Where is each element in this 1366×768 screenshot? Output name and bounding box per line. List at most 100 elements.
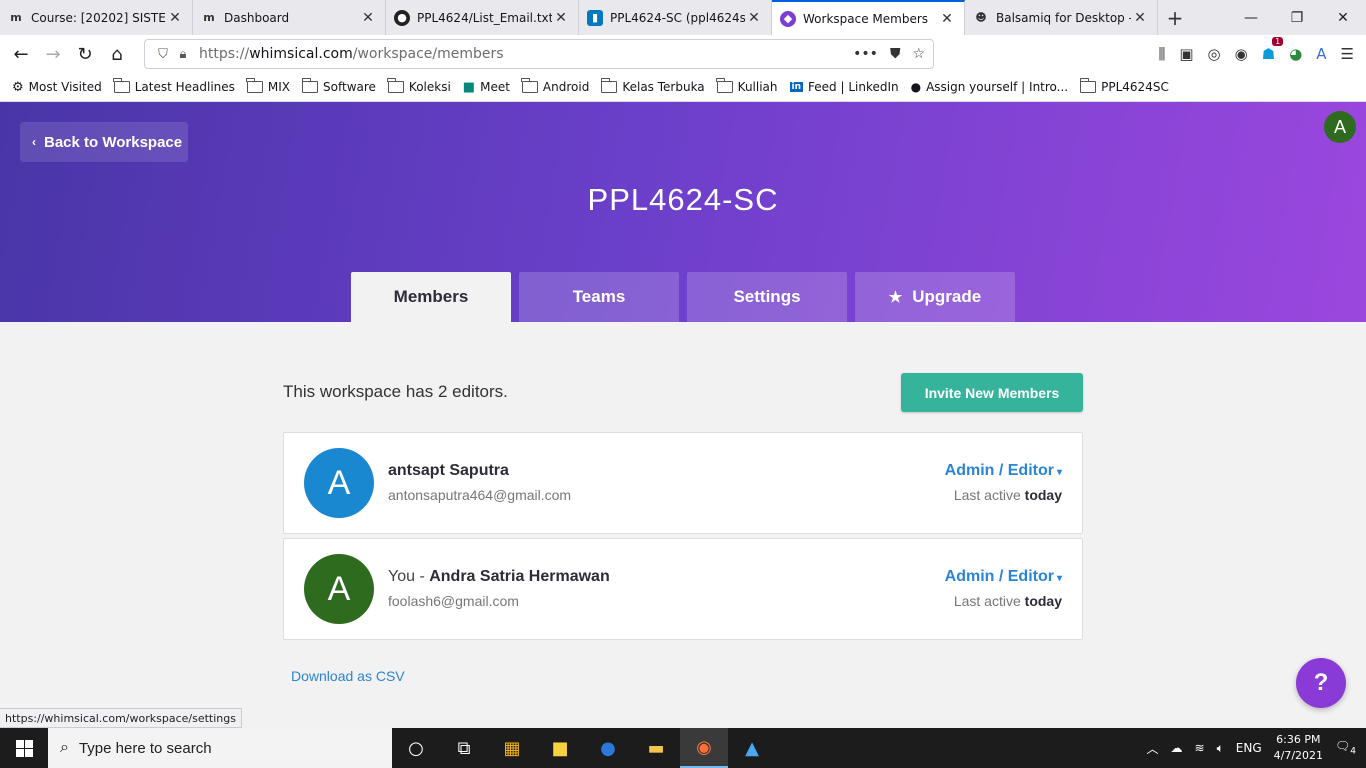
member-name-text: Andra Satria Hermawan xyxy=(429,568,610,585)
avatar: A xyxy=(304,448,374,518)
reload-icon[interactable]: ↻ xyxy=(70,39,100,69)
bookmark-software[interactable]: Software xyxy=(301,78,376,94)
photos-icon[interactable]: ▲ xyxy=(728,728,776,768)
bookmark-koleksi[interactable]: Koleksi xyxy=(387,78,451,94)
last-active-value: today xyxy=(1024,487,1062,503)
bookmark-star-icon[interactable]: ☆ xyxy=(912,46,925,62)
tab-teams[interactable]: Teams xyxy=(519,272,679,322)
bookmark-linkedin[interactable]: in Feed | LinkedIn xyxy=(789,80,899,94)
avatar[interactable]: A xyxy=(1324,111,1356,143)
extension-globe-icon[interactable]: ◕ xyxy=(1289,45,1302,63)
star-icon: ★ xyxy=(888,289,903,306)
browser-tab-trello[interactable]: ▮ PPL4624-SC (ppl4624sc) | ✕ xyxy=(579,0,772,35)
bookmark-kelas-terbuka[interactable]: Kelas Terbuka xyxy=(600,78,705,94)
close-icon[interactable]: ✕ xyxy=(359,9,377,27)
new-tab-button[interactable]: + xyxy=(1158,0,1192,35)
sync-icon[interactable]: ◎ xyxy=(1208,45,1221,63)
home-icon[interactable]: ⌂ xyxy=(102,39,132,69)
menu-icon[interactable]: ☰ xyxy=(1341,45,1354,63)
tab-title: Workspace Members xyxy=(803,11,929,26)
wifi-icon[interactable]: ≋ xyxy=(1195,741,1205,755)
minimize-icon[interactable]: — xyxy=(1228,0,1274,35)
close-icon[interactable]: ✕ xyxy=(938,10,956,28)
url-path: /workspace/members xyxy=(352,46,504,62)
taskbar-search[interactable]: ⌕ Type here to search xyxy=(48,728,392,768)
cortana-icon[interactable]: ○ xyxy=(392,728,440,768)
chevron-up-icon[interactable]: ︿ xyxy=(1146,740,1158,757)
url-text[interactable]: https://whimsical.com/workspace/members xyxy=(199,46,853,62)
file-explorer-icon[interactable]: ▬ xyxy=(632,728,680,768)
help-button[interactable]: ? xyxy=(1296,658,1346,708)
role-label: Admin / Editor xyxy=(944,568,1054,585)
bookmark-kulliah[interactable]: Kulliah xyxy=(716,78,778,94)
browser-tab-github[interactable]: ● PPL4624/List_Email.txt at ✕ xyxy=(386,0,579,35)
bookmark-android[interactable]: Android xyxy=(521,78,590,94)
role-dropdown[interactable]: Admin / Editor ▾ xyxy=(945,462,1062,480)
browser-tab-dashboard[interactable]: m Dashboard ✕ xyxy=(193,0,386,35)
bookmark-label: Kulliah xyxy=(737,80,778,94)
firefox-icon[interactable]: ◉ xyxy=(680,728,728,768)
bookmark-meet[interactable]: ■ Meet xyxy=(463,80,510,95)
bookmark-mix[interactable]: MIX xyxy=(246,78,290,94)
volume-muted-icon[interactable]: 🔈︎ xyxy=(1217,741,1224,756)
close-icon[interactable]: ✕ xyxy=(1131,9,1149,27)
page-title: PPL4624-SC xyxy=(587,182,779,217)
bookmark-most-visited[interactable]: ⚙ Most Visited xyxy=(12,80,102,95)
start-button[interactable] xyxy=(0,728,48,768)
task-view-icon[interactable]: ⧉ xyxy=(440,728,488,768)
last-active-label: Last active xyxy=(953,487,1021,503)
tab-title: PPL4624/List_Email.txt at xyxy=(417,10,552,25)
pocket-icon[interactable]: ⛊ xyxy=(890,46,901,62)
shield-icon[interactable]: ⛉ xyxy=(153,47,173,62)
lock-icon[interactable]: 🔒︎ xyxy=(173,47,193,62)
github-icon: ● xyxy=(394,9,410,26)
url-prefix: https:// xyxy=(199,46,250,62)
bookmark-label: Most Visited xyxy=(28,80,102,94)
browser-tab-workspace-members[interactable]: ◆ Workspace Members ✕ xyxy=(772,0,965,35)
bookmark-latest-headlines[interactable]: Latest Headlines xyxy=(113,78,235,94)
status-url-tooltip: https://whimsical.com/workspace/settings xyxy=(0,708,242,728)
close-icon[interactable]: ✕ xyxy=(166,9,184,27)
tab-members[interactable]: Members xyxy=(351,272,511,322)
sticky-notes-icon[interactable]: ■ xyxy=(536,728,584,768)
extension-ghostery-icon[interactable]: ☗ 1 xyxy=(1262,37,1284,63)
translate-icon[interactable]: A xyxy=(1316,45,1326,63)
workspace-tabs: Members Teams Settings ★ Upgrade xyxy=(351,272,1015,322)
browser-tab-balsamiq[interactable]: ☻ Balsamiq for Desktop - F ✕ xyxy=(965,0,1158,35)
library-icon[interactable]: ⫼ xyxy=(1158,45,1165,63)
bookmark-label: Android xyxy=(542,80,590,94)
clock-date: 4/7/2021 xyxy=(1273,749,1324,762)
close-icon[interactable]: ✕ xyxy=(745,9,763,27)
onedrive-icon[interactable]: ☁ xyxy=(1171,741,1183,755)
last-active: Last active today xyxy=(954,593,1062,609)
url-bar[interactable]: ⛉ 🔒︎ https://whimsical.com/workspace/mem… xyxy=(144,39,934,69)
close-icon[interactable]: ✕ xyxy=(552,9,570,27)
restore-icon[interactable]: ❐ xyxy=(1274,0,1320,35)
folder-icon xyxy=(1079,78,1097,93)
back-to-workspace-button[interactable]: ‹ Back to Workspace xyxy=(20,122,188,162)
tab-title: Dashboard xyxy=(224,10,290,25)
page-actions-icon[interactable]: ••• xyxy=(853,46,878,62)
download-csv-link[interactable]: Download as CSV xyxy=(291,668,405,684)
folder-icon xyxy=(600,78,618,93)
bookmark-assign-yourself[interactable]: ● Assign yourself | Intro... xyxy=(911,80,1069,94)
whimsical-icon: ◆ xyxy=(780,10,796,27)
tab-settings[interactable]: Settings xyxy=(687,272,847,322)
back-arrow-icon[interactable]: ← xyxy=(6,39,36,69)
sidebar-icon[interactable]: ▣ xyxy=(1179,45,1193,63)
close-window-icon[interactable]: ✕ xyxy=(1320,0,1366,35)
browser-tab-course[interactable]: m Course: [20202] SISTEM T ✕ xyxy=(0,0,193,35)
notifications-icon[interactable]: 🗨︎4 xyxy=(1335,739,1356,756)
bookmark-ppl4624sc[interactable]: PPL4624SC xyxy=(1079,78,1169,94)
member-card: A antsapt Saputra antonsaputra464@gmail.… xyxy=(283,432,1083,534)
language-indicator[interactable]: ENG xyxy=(1236,741,1262,755)
account-icon[interactable]: ◉ xyxy=(1235,45,1248,63)
store-icon[interactable]: ▦ xyxy=(488,728,536,768)
bookmark-label: Software xyxy=(323,80,376,94)
word-app-icon[interactable]: ● xyxy=(584,728,632,768)
clock[interactable]: 6:36 PM 4/7/2021 xyxy=(1274,732,1323,764)
role-dropdown[interactable]: Admin / Editor ▾ xyxy=(945,568,1062,586)
invite-new-members-button[interactable]: Invite New Members xyxy=(901,373,1083,412)
tab-upgrade[interactable]: ★ Upgrade xyxy=(855,272,1015,322)
forward-arrow-icon[interactable]: → xyxy=(38,39,68,69)
